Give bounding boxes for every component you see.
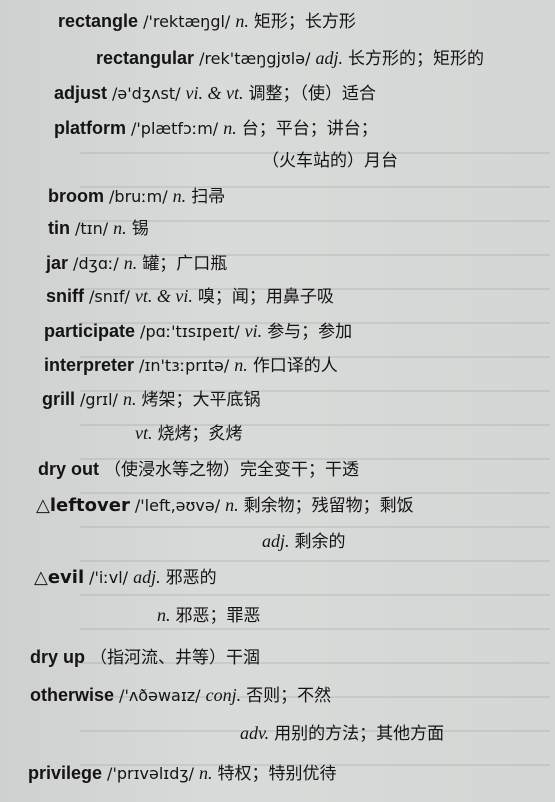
entry-evil: △evil /'iːvl/ adj. 邪恶的 xyxy=(34,566,217,589)
definition: 剩余物；残留物；剩饭 xyxy=(243,496,414,516)
part-of-speech: n. xyxy=(157,605,171,625)
entry-interpreter: interpreter /ɪn'tɜːprɪtə/ n. 作口译的人 xyxy=(44,354,338,377)
part-of-speech: vt. xyxy=(135,423,153,443)
pronunciation: /grɪl/ xyxy=(80,390,118,409)
entry-rectangular: rectangular /rek'tæŋgjʊlə/ adj. 长方形的；矩形的 xyxy=(96,47,484,70)
pronunciation: /pɑː'tɪsɪpeɪt/ xyxy=(140,322,240,341)
definition: 剩余的 xyxy=(294,532,346,552)
definition: 烧烤；炙烤 xyxy=(157,424,243,444)
definition: 扫帚 xyxy=(191,187,226,207)
part-of-speech: conj. xyxy=(205,685,242,705)
entry-sniff: sniff /snɪf/ vt. & vi. 嗅；闻；用鼻子吸 xyxy=(46,285,334,308)
definition: 台；平台；讲台； xyxy=(241,119,378,139)
headword: jar xyxy=(46,253,69,273)
headword: dry up xyxy=(30,647,86,667)
entry-grill-continued: vt. 烧烤；炙烤 xyxy=(135,422,243,445)
definition: 参与；参加 xyxy=(267,322,353,342)
headword: platform xyxy=(54,118,126,138)
headword: grill xyxy=(42,389,76,409)
headword: adjust xyxy=(54,83,108,103)
pronunciation: /ɪn'tɜːprɪtə/ xyxy=(139,356,230,375)
pronunciation: /'plætfɔːm/ xyxy=(131,119,219,138)
pronunciation: /snɪf/ xyxy=(89,287,130,306)
definition: （火车站的）月台 xyxy=(262,151,398,171)
definition: 特权；特别优待 xyxy=(217,764,337,784)
entry-dry-out: dry out （使浸水等之物）完全变干；干透 xyxy=(38,458,359,481)
definition: 烤架；大平底锅 xyxy=(141,390,261,410)
entry-evil-continued: n. 邪恶；罪恶 xyxy=(157,604,261,627)
part-of-speech: adj. xyxy=(133,567,161,587)
part-of-speech: n. xyxy=(172,186,187,206)
part-of-speech: adj. xyxy=(262,531,290,551)
headword: dry out xyxy=(38,459,99,479)
entry-participate: participate /pɑː'tɪsɪpeɪt/ vi. 参与；参加 xyxy=(44,320,352,343)
part-of-speech: n. xyxy=(234,355,248,375)
definition: 锡 xyxy=(131,219,149,239)
part-of-speech: n. xyxy=(123,253,138,273)
pronunciation: /'rektæŋgl/ xyxy=(143,12,231,31)
pronunciation: /'ʌðəwaɪz/ xyxy=(119,686,201,705)
definition: 邪恶；罪恶 xyxy=(175,606,261,626)
pronunciation: /bruːm/ xyxy=(109,187,168,206)
definition: 矩形；长方形 xyxy=(253,12,356,32)
headword: rectangle xyxy=(58,11,139,31)
entry-dry-up: dry up （指河流、井等）干涸 xyxy=(30,646,260,669)
part-of-speech: n. xyxy=(225,495,239,515)
entry-platform-continued: （火车站的）月台 xyxy=(262,149,398,172)
definition: 罐；广口瓶 xyxy=(142,254,228,274)
headword: tin xyxy=(48,218,70,238)
definition: 邪恶的 xyxy=(165,568,217,588)
headword: △leftover xyxy=(36,495,130,516)
headword: broom xyxy=(48,186,104,206)
pronunciation: /dʒɑː/ xyxy=(73,254,119,273)
pronunciation: /rek'tæŋgjʊlə/ xyxy=(199,49,311,68)
definition: （指河流、井等）干涸 xyxy=(90,648,261,668)
entry-otherwise-continued: adv. 用别的方法；其他方面 xyxy=(240,722,444,745)
headword: rectangular xyxy=(96,48,195,68)
entry-jar: jar /dʒɑː/ n. 罐；广口瓶 xyxy=(46,252,227,275)
headword: privilege xyxy=(28,763,103,783)
entry-leftover-continued: adj. 剩余的 xyxy=(262,530,346,553)
definition: 调整；（使）适合 xyxy=(248,84,377,104)
entry-rectangle: rectangle /'rektæŋgl/ n. 矩形；长方形 xyxy=(58,10,356,33)
headword: △evil xyxy=(34,567,85,588)
entry-privilege: privilege /'prɪvəlɪdʒ/ n. 特权；特别优待 xyxy=(28,762,337,785)
entry-leftover: △leftover /'left,əʊvə/ n. 剩余物；残留物；剩饭 xyxy=(36,494,414,517)
headword: sniff xyxy=(46,286,84,306)
entry-adjust: adjust /ə'dʒʌst/ vi. & vt. 调整；（使）适合 xyxy=(54,82,376,105)
pronunciation: /'prɪvəlɪdʒ/ xyxy=(107,764,195,783)
entry-platform: platform /'plætfɔːm/ n. 台；平台；讲台； xyxy=(54,117,378,140)
part-of-speech: n. xyxy=(199,763,213,783)
part-of-speech: n. xyxy=(122,389,137,409)
definition: 嗅；闻；用鼻子吸 xyxy=(197,287,334,307)
part-of-speech: vi. xyxy=(244,321,263,341)
part-of-speech: vt. & vi. xyxy=(134,286,193,306)
part-of-speech: adj. xyxy=(315,48,344,68)
definition: 长方形的；矩形的 xyxy=(348,49,485,69)
pronunciation: /'left,əʊvə/ xyxy=(134,496,221,515)
headword: otherwise xyxy=(30,685,115,705)
entry-broom: broom /bruːm/ n. 扫帚 xyxy=(48,185,225,208)
part-of-speech: n. xyxy=(113,218,127,238)
definition: 用别的方法；其他方面 xyxy=(274,724,445,744)
pronunciation: /'iːvl/ xyxy=(89,568,129,587)
pronunciation: /ə'dʒʌst/ xyxy=(112,84,181,103)
part-of-speech: vi. & vt. xyxy=(185,83,244,103)
definition: （使浸水等之物）完全变干；干透 xyxy=(104,460,360,480)
entry-grill: grill /grɪl/ n. 烤架；大平底锅 xyxy=(42,388,260,411)
headword: interpreter xyxy=(44,355,135,375)
pronunciation: /tɪn/ xyxy=(75,219,109,238)
entry-otherwise: otherwise /'ʌðəwaɪz/ conj. 否则；不然 xyxy=(30,684,331,707)
entry-tin: tin /tɪn/ n. 锡 xyxy=(48,217,149,240)
headword: participate xyxy=(44,321,136,341)
definition: 作口译的人 xyxy=(252,356,338,376)
part-of-speech: n. xyxy=(235,11,249,31)
part-of-speech: n. xyxy=(223,118,237,138)
definition: 否则；不然 xyxy=(246,686,332,706)
part-of-speech: adv. xyxy=(240,723,270,743)
vocabulary-page: rectangle /'rektæŋgl/ n. 矩形；长方形 rectangu… xyxy=(0,0,555,802)
